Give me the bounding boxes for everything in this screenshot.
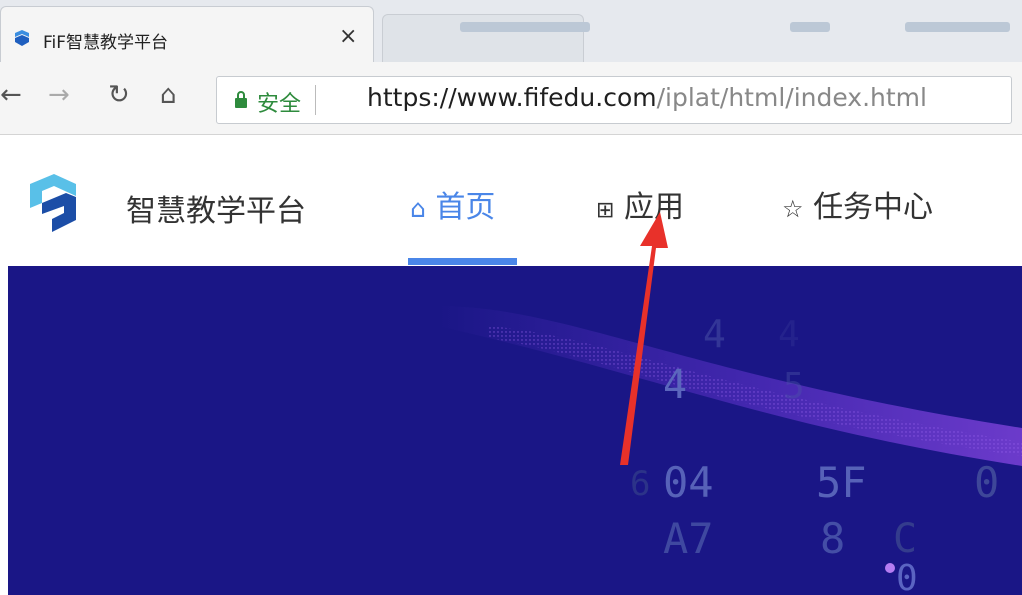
url-text[interactable]: https://www.fifedu.com/iplat/html/index.…	[367, 83, 927, 112]
browser-tab-active[interactable]: FiF智慧教学平台 ×	[0, 6, 374, 63]
url-path: /iplat/html/index.html	[656, 83, 927, 112]
secure-label: 安全	[257, 92, 302, 117]
url-host: https://www.fifedu.com	[367, 83, 657, 112]
browser-tab-strip: FiF智慧教学平台 ×	[0, 0, 1022, 63]
address-bar[interactable]: 安全 https://www.fifedu.com/iplat/html/ind…	[216, 76, 1012, 124]
hero-glyph: 4	[703, 312, 726, 356]
hero-glyph: 5F	[816, 458, 867, 507]
site-name[interactable]: 智慧教学平台	[126, 186, 306, 230]
active-nav-underline	[408, 258, 517, 265]
site-logo-icon[interactable]	[20, 170, 86, 236]
hero-banner: 4 4 5 4 04 5F 0 A7 8 C 0 6	[8, 266, 1022, 595]
hero-code-glyphs: 4 4 5 4 04 5F 0 A7 8 C 0 6	[8, 266, 1022, 595]
reload-icon[interactable]: ↻	[108, 78, 130, 112]
nav-item-home[interactable]: ⌂ 首页	[410, 182, 495, 226]
nav-item-apps[interactable]: ⊞ 应用	[596, 182, 684, 226]
back-icon[interactable]: ←	[0, 78, 22, 112]
nav-label-task-center: 任务中心	[813, 190, 934, 225]
nav-label-home: 首页	[435, 190, 496, 225]
fif-favicon-icon	[15, 30, 29, 46]
home-icon[interactable]: ⌂	[160, 78, 177, 112]
hero-glyph: 8	[820, 514, 846, 563]
apps-grid-icon: ⊞	[596, 198, 615, 223]
blurred-tab-placeholder	[905, 22, 1010, 32]
star-icon: ☆	[782, 195, 804, 223]
hero-glyph: 0	[974, 458, 1000, 507]
browser-toolbar: ← → ↻ ⌂ 安全 https://www.fifedu.com/iplat/…	[0, 62, 1022, 135]
blurred-tab-placeholder	[790, 22, 830, 32]
hero-glyph: 4	[778, 314, 800, 355]
forward-icon[interactable]: →	[48, 78, 70, 112]
home-icon: ⌂	[410, 194, 426, 223]
address-separator	[315, 85, 316, 115]
nav-label-apps: 应用	[623, 190, 684, 225]
hero-glyph: A7	[663, 514, 714, 563]
hero-glyph: 4	[663, 362, 688, 408]
hero-glyph: 6	[630, 464, 651, 504]
tab-title: FiF智慧教学平台	[43, 33, 169, 53]
nav-item-task-center[interactable]: ☆ 任务中心	[782, 182, 933, 226]
hero-glyph: 5	[783, 366, 805, 407]
blurred-tab-placeholder	[460, 22, 590, 32]
hero-glyph: 0	[896, 558, 918, 595]
hero-glyph: 04	[663, 458, 714, 507]
lock-icon	[235, 91, 247, 108]
hero-glyph: C	[893, 516, 918, 562]
tab-close-icon[interactable]: ×	[339, 24, 357, 49]
